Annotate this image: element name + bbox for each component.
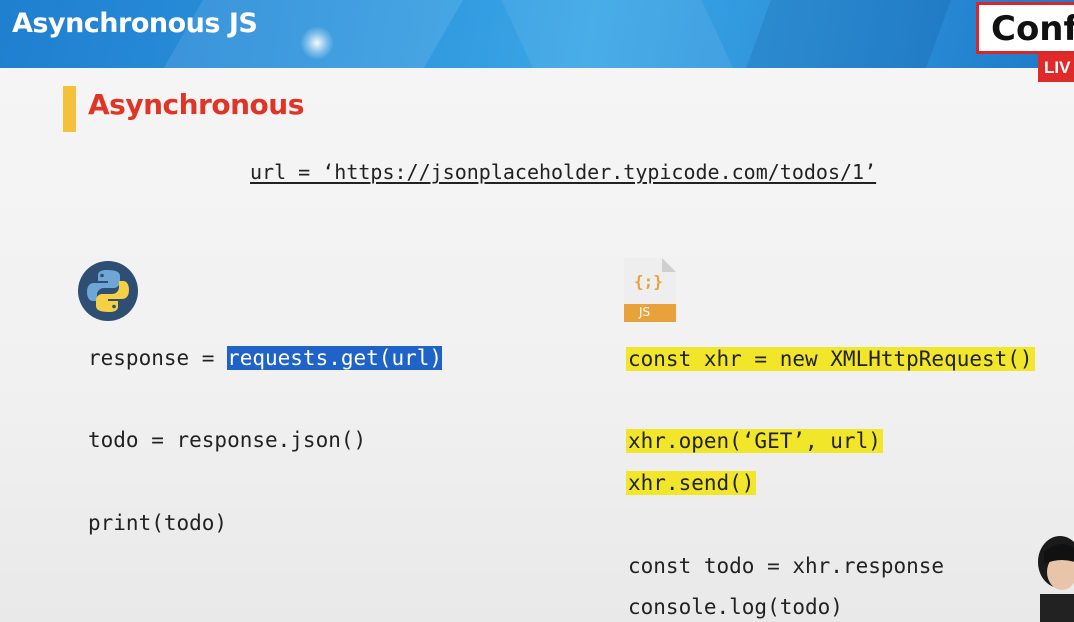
slide-header-title: Asynchronous JS xyxy=(12,8,258,39)
python-line-1-prefix: response = xyxy=(88,346,228,370)
js-file-glyph: {;} xyxy=(634,272,663,291)
highlighted-code: const xhr = new XMLHttpRequest() xyxy=(626,347,1035,371)
js-line-4: const todo = xhr.response xyxy=(628,554,945,578)
python-line-1: response = requests.get(url) xyxy=(88,344,443,372)
python-line-2: todo = response.json() xyxy=(88,428,367,452)
header-decoration xyxy=(496,0,744,68)
js-line-5: console.log(todo) xyxy=(628,595,843,619)
presenter-webcam xyxy=(1038,536,1074,622)
js-line-2: xhr.open(‘GET’, url) xyxy=(626,427,883,455)
header-glow xyxy=(300,26,334,60)
js-file-icon: {;} JS xyxy=(624,258,676,322)
url-definition: url = ‘https://jsonplaceholder.typicode.… xyxy=(250,160,877,184)
live-tag: LIV xyxy=(1038,54,1074,82)
section-accent-bar xyxy=(63,86,76,132)
header-decoration xyxy=(738,0,962,68)
python-logo-icon xyxy=(78,261,138,321)
python-line-3: print(todo) xyxy=(88,511,228,535)
conference-badge: Conf xyxy=(976,2,1074,54)
section-title: Asynchronous xyxy=(88,88,304,121)
conference-badge-text: Conf xyxy=(991,9,1074,49)
slide-header: Asynchronous JS xyxy=(0,0,1074,68)
js-line-3: xhr.send() xyxy=(626,469,757,497)
js-file-label: JS xyxy=(639,305,651,319)
js-line-1: const xhr = new XMLHttpRequest() xyxy=(626,345,1035,373)
highlighted-code: xhr.open(‘GET’, url) xyxy=(626,429,883,453)
highlighted-code: xhr.send() xyxy=(626,471,757,495)
selected-code: requests.get(url) xyxy=(227,346,443,370)
